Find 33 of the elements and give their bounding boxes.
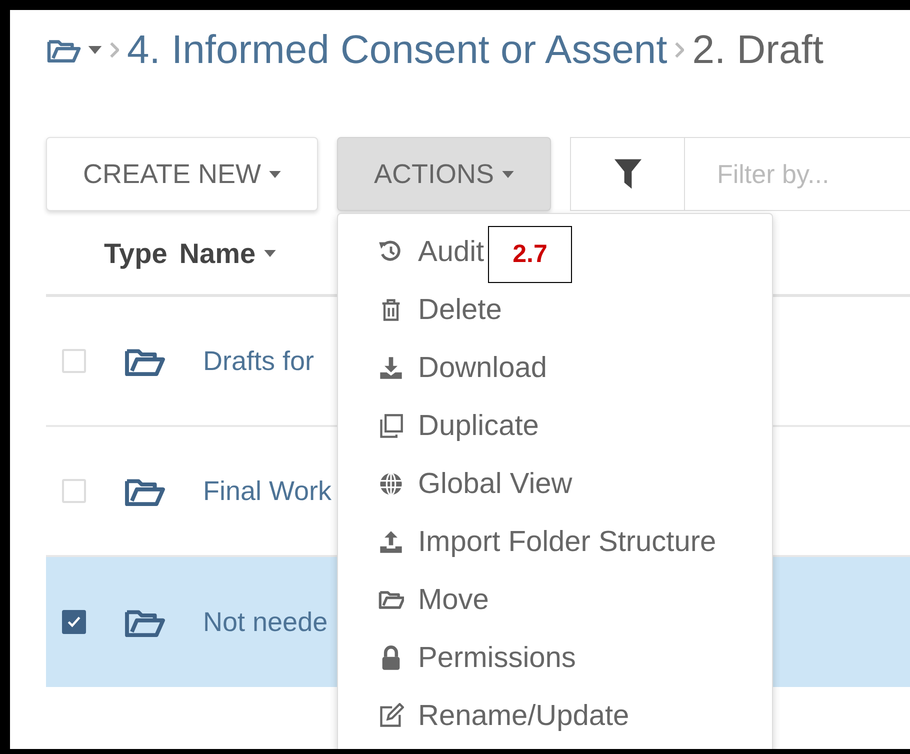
menu-item[interactable]: Duplicate (378, 397, 539, 455)
breadcrumb-current: 2. Draft (692, 28, 824, 72)
menu-item[interactable]: Global View (378, 455, 572, 513)
menu-item[interactable]: Download (378, 339, 547, 397)
folder-link[interactable]: Drafts for (203, 346, 314, 376)
column-header: Type (104, 238, 168, 270)
copy-icon (378, 413, 404, 439)
upload-icon (378, 529, 404, 555)
filter-icon (612, 158, 642, 190)
download-icon (378, 355, 404, 381)
menu-item[interactable]: Rename/Update (378, 687, 630, 745)
menu-item[interactable]: Audit (378, 223, 484, 281)
folder-link[interactable]: Final Work (203, 476, 332, 506)
caret-icon (88, 46, 102, 54)
filter-field[interactable]: Filter by... (685, 137, 910, 211)
chevron-icon (110, 42, 119, 58)
caret-icon (269, 170, 281, 178)
chevron-icon (675, 42, 684, 58)
caret-icon (502, 170, 514, 178)
column-header[interactable]: Name (179, 238, 276, 270)
menu-item[interactable]: Permissions (378, 629, 576, 687)
menu-item[interactable]: Import Folder Structure (378, 513, 716, 571)
breadcrumb-link[interactable]: 4. Informed Consent or Assent (127, 28, 668, 72)
menu-item[interactable]: Delete (378, 281, 502, 339)
annotation-label: 2.7 (488, 226, 572, 283)
create-new-button[interactable]: CREATE NEW (46, 137, 318, 211)
menu-item[interactable]: Move (378, 571, 489, 629)
filter-button[interactable] (570, 137, 685, 211)
edit-icon (378, 703, 404, 729)
actions-button[interactable]: ACTIONS (337, 137, 551, 211)
folder-link[interactable]: Not neede (203, 606, 328, 638)
globe-icon (378, 471, 404, 497)
checkbox[interactable] (62, 610, 86, 634)
